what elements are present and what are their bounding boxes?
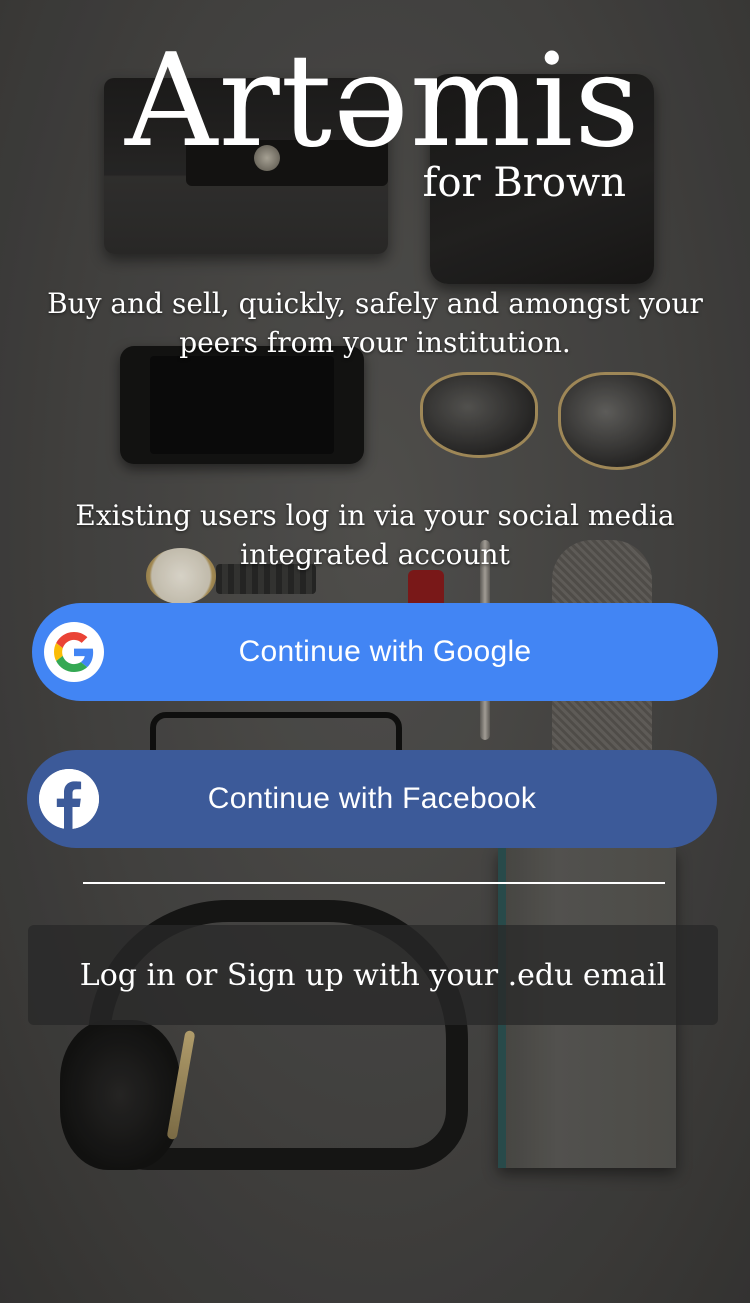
google-button-label: Continue with Google (238, 635, 532, 668)
continue-with-google-button[interactable]: Continue with Google (32, 603, 718, 701)
section-divider (83, 882, 665, 884)
app-logo-title: Artəmis (125, 27, 641, 176)
tagline-text: Buy and sell, quickly, safely and amongs… (47, 287, 703, 359)
email-login-signup-button[interactable]: Log in or Sign up with your .edu email (28, 925, 718, 1025)
login-hint-text: Existing users log in via your social me… (75, 499, 675, 571)
email-button-label: Log in or Sign up with your .edu email (79, 957, 667, 993)
continue-with-facebook-button[interactable]: Continue with Facebook (27, 750, 717, 848)
app-logo-subtitle: for Brown (422, 160, 626, 206)
facebook-button-label: Continue with Facebook (207, 782, 537, 815)
